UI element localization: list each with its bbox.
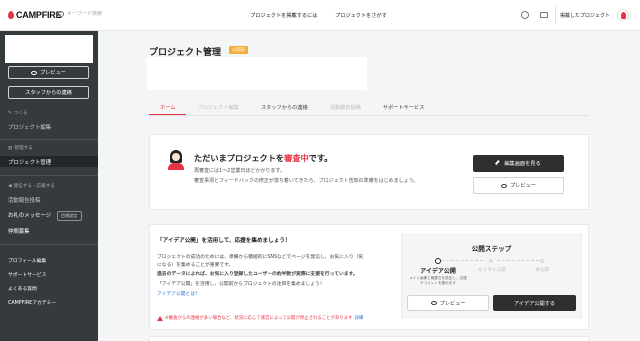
- tab-home[interactable]: ホーム: [149, 101, 187, 115]
- idea-heading: 「アイデア公開」を活用して、応援を集めましょう！: [157, 238, 291, 244]
- flame-icon: [620, 11, 626, 19]
- eye-icon: [31, 70, 38, 75]
- sidebar-section-manage: ▥ 管理する: [8, 145, 33, 152]
- mail-icon[interactable]: [540, 12, 548, 18]
- step-connector: [441, 260, 483, 261]
- megaphone-icon: ◀: [8, 183, 12, 189]
- history-icon[interactable]: [521, 11, 529, 19]
- step-description: メイン画像と概要文を設定し、応援やコメントを集めます: [409, 276, 467, 285]
- eye-icon: [430, 301, 437, 305]
- nav-how-to-post[interactable]: プロジェクトを掲載するには: [250, 12, 317, 19]
- sidebar-preview-label: プレビュー: [40, 70, 66, 76]
- tab-bar: ホーム プロジェクト編集 スタッフからの連絡 活動報告投稿 サポートサービス: [149, 101, 435, 115]
- sidebar-item-faq[interactable]: よくある質問: [8, 285, 37, 292]
- step-dot-idea: [435, 258, 441, 264]
- nav-find-projects[interactable]: プロジェクトをさがす: [335, 12, 387, 19]
- tab-underline: [149, 115, 589, 116]
- sidebar: プレビュー スタッフからの連絡 ✎ つくる プロジェクト編集 ▥ 管理する プロ…: [0, 31, 98, 341]
- idea-line-4: 「アイデア公開」を活用し、公開前からプロジェクトの注目を集めましょう！: [157, 282, 325, 287]
- brand-name: CAMPFIRE: [16, 10, 62, 20]
- idea-line-1: プロジェクトの成功のためには、準備から積極的にSNSなどでページを発信し、お気に…: [157, 255, 364, 260]
- review-line-1: 再審査には1〜2営業日ほどかかります。: [194, 168, 285, 174]
- publish-steps-title: 公開ステップ: [471, 245, 512, 253]
- step-label-idea: アイデア公開: [420, 268, 456, 275]
- idea-publish-button[interactable]: アイデア公開する: [493, 295, 576, 311]
- tab-support-service[interactable]: サポートサービス: [372, 101, 436, 115]
- sidebar-item-activity-report[interactable]: 活動報告投稿: [8, 196, 40, 204]
- eye-icon: [501, 183, 508, 188]
- avatar[interactable]: [617, 9, 629, 21]
- posted-projects-link[interactable]: 掲載したプロジェクト: [560, 12, 610, 19]
- sidebar-divider: [0, 175, 98, 176]
- project-title-area: [147, 57, 367, 90]
- sidebar-item-recruit[interactable]: 仲間募集: [8, 227, 30, 235]
- step-label-soon: もうすぐ公開: [478, 268, 506, 273]
- search-box[interactable]: [58, 11, 127, 17]
- flame-icon: [8, 11, 14, 19]
- sidebar-item-thanks-message[interactable]: お礼のメッセージ 目標設定: [8, 211, 82, 221]
- idea-line-3: 過去のデータによれば、お気に入り登録したユーザーの約半数が実際に支援を行っていま…: [157, 272, 358, 277]
- step-dot-soon: [489, 259, 493, 263]
- sidebar-section-create: ✎ つくる: [8, 110, 28, 117]
- top-header: CAMPFIRE プロジェクトを掲載するには プロジェクトをさがす 掲載したプロ…: [0, 0, 640, 31]
- view-edit-screen-button[interactable]: 編集画面を見る: [473, 155, 564, 172]
- review-line-2: 審査事項とフィードバックの修正が落ち着いてきたら、プロジェクト告知の準備をはじめ…: [194, 178, 419, 184]
- pencil-icon: [495, 159, 503, 168]
- steps-preview-label: プレビュー: [439, 300, 466, 307]
- reviewer-illustration: [167, 150, 185, 170]
- idea-line-2: になる）を集めることが重要です。: [157, 263, 234, 268]
- pencil-icon: ✎: [8, 110, 12, 116]
- review-status-text: 審査中: [284, 153, 309, 163]
- sidebar-divider: [0, 244, 98, 245]
- tab-project-edit: プロジェクト編集: [197, 105, 239, 111]
- sidebar-section-deliver: ◀ 発信する・応援する: [8, 183, 55, 190]
- search-input[interactable]: [67, 11, 127, 17]
- sidebar-item-support[interactable]: サポートサービス: [8, 271, 46, 278]
- step-label-launch: 本公開: [535, 268, 549, 273]
- review-heading: ただいまプロジェクトを審査中です。: [194, 152, 332, 164]
- sidebar-contact-label: スタッフからの連絡: [25, 90, 72, 96]
- sidebar-preview-button[interactable]: プレビュー: [8, 66, 89, 79]
- steps-preview-button[interactable]: プレビュー: [407, 295, 489, 311]
- edit-button-label: 編集画面を見る: [504, 161, 541, 167]
- sidebar-divider: [0, 139, 98, 140]
- sidebar-item-project-manage[interactable]: プロジェクト管理: [8, 158, 51, 166]
- status-badge: 公開前: [229, 46, 249, 54]
- sidebar-item-profile-edit[interactable]: プロフィール編集: [8, 257, 46, 264]
- warning-note: ※審査からの連絡が多い場合など、状況に応じて運営によって公開が停止されることがあ…: [157, 315, 363, 321]
- review-preview-button[interactable]: プレビュー: [473, 177, 564, 194]
- section-label: つくる: [13, 111, 28, 116]
- project-thumbnail[interactable]: [5, 35, 93, 63]
- search-icon: [58, 11, 64, 17]
- idea-publish-label: アイデア公開する: [513, 300, 556, 307]
- review-heading-prefix: ただいまプロジェクトを: [194, 153, 285, 163]
- step-dot-launch: [540, 259, 544, 263]
- section-label: 発信する・応援する: [13, 184, 55, 189]
- warning-details-link[interactable]: 詳細: [355, 315, 364, 321]
- review-heading-suffix: です。: [308, 153, 333, 163]
- warning-icon: [157, 315, 163, 321]
- sidebar-item-project-edit[interactable]: プロジェクト編集: [8, 123, 51, 131]
- campfire-logo[interactable]: CAMPFIRE: [8, 10, 62, 20]
- thanks-message-label: お礼のメッセージ: [8, 213, 52, 219]
- chart-icon: ▥: [8, 145, 13, 151]
- next-card: [149, 336, 589, 341]
- goal-badge: 目標設定: [56, 211, 82, 221]
- header-divider: [555, 6, 556, 24]
- warning-text: ※審査からの連絡が多い場合など、状況に応じて運営によって公開が停止されることがあ…: [165, 316, 353, 321]
- step-connector: [497, 260, 539, 261]
- tab-activity-report: 活動報告投稿: [329, 105, 361, 111]
- section-label: 管理する: [14, 146, 33, 151]
- sidebar-contact-button[interactable]: スタッフからの連絡: [8, 86, 89, 99]
- sidebar-item-academy[interactable]: CAMPFIREアカデミー: [8, 299, 56, 306]
- idea-publish-help-link[interactable]: アイデア公開とは？: [157, 290, 200, 297]
- tab-staff-contact[interactable]: スタッフからの連絡: [250, 101, 319, 115]
- preview-button-label: プレビュー: [510, 183, 536, 189]
